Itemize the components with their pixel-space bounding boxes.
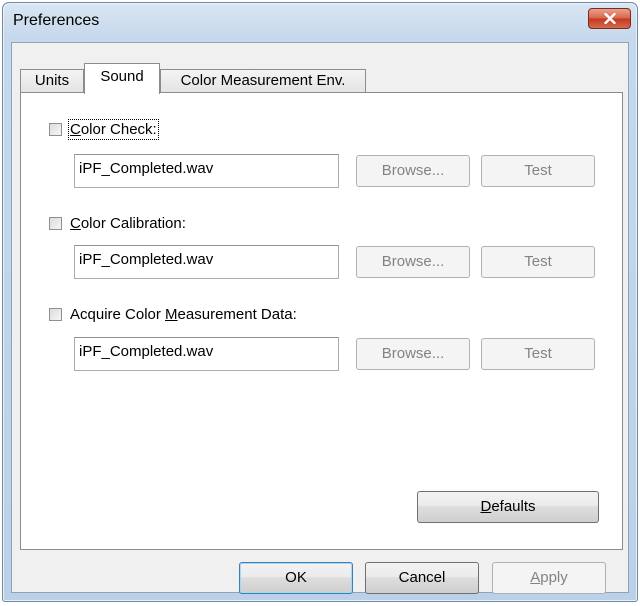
color-check-test-button[interactable]: Test [481,155,595,187]
acquire-measurement-browse-button[interactable]: Browse... [356,338,470,370]
acquire-measurement-checkbox[interactable] [49,308,62,321]
acquire-measurement-label: Acquire Color Measurement Data: [70,306,297,323]
preferences-window: Preferences Units Sound Color Measuremen… [2,2,638,602]
dialog-client-area: Units Sound Color Measurement Env. Color… [11,42,629,594]
tab-sound-label: Sound [100,68,144,85]
acquire-measurement-file-field[interactable]: iPF_Completed.wav [74,337,339,371]
color-calibration-label: Color Calibration: [70,215,186,232]
acquire-measurement-checkbox-row[interactable]: Acquire Color Measurement Data: [49,306,297,323]
tab-color-measurement-env-label: Color Measurement Env. [180,72,346,89]
color-calibration-browse-button[interactable]: Browse... [356,246,470,278]
color-calibration-checkbox[interactable] [49,217,62,230]
tab-units[interactable]: Units [20,69,84,93]
title-bar[interactable]: Preferences [3,3,637,43]
color-check-label: Color Check: [68,119,159,140]
color-calibration-file-field[interactable]: iPF_Completed.wav [74,245,339,279]
close-icon [603,13,616,24]
color-check-file-field[interactable]: iPF_Completed.wav [74,154,339,188]
color-check-checkbox[interactable] [49,123,62,136]
tab-color-measurement-env[interactable]: Color Measurement Env. [160,69,366,93]
color-calibration-test-button[interactable]: Test [481,246,595,278]
tab-units-label: Units [34,72,70,89]
window-title: Preferences [13,12,100,29]
cancel-button[interactable]: Cancel [365,562,479,594]
close-button[interactable] [588,8,631,29]
sound-tab-panel: Color Check: iPF_Completed.wav Browse...… [20,92,623,550]
color-calibration-checkbox-row[interactable]: Color Calibration: [49,215,186,232]
ok-button[interactable]: OK [239,562,353,594]
acquire-measurement-test-button[interactable]: Test [481,338,595,370]
defaults-button[interactable]: Defaults [417,491,599,523]
color-check-browse-button[interactable]: Browse... [356,155,470,187]
color-check-checkbox-row[interactable]: Color Check: [49,119,159,140]
tab-sound[interactable]: Sound [84,63,160,94]
apply-button[interactable]: Apply [492,562,606,594]
